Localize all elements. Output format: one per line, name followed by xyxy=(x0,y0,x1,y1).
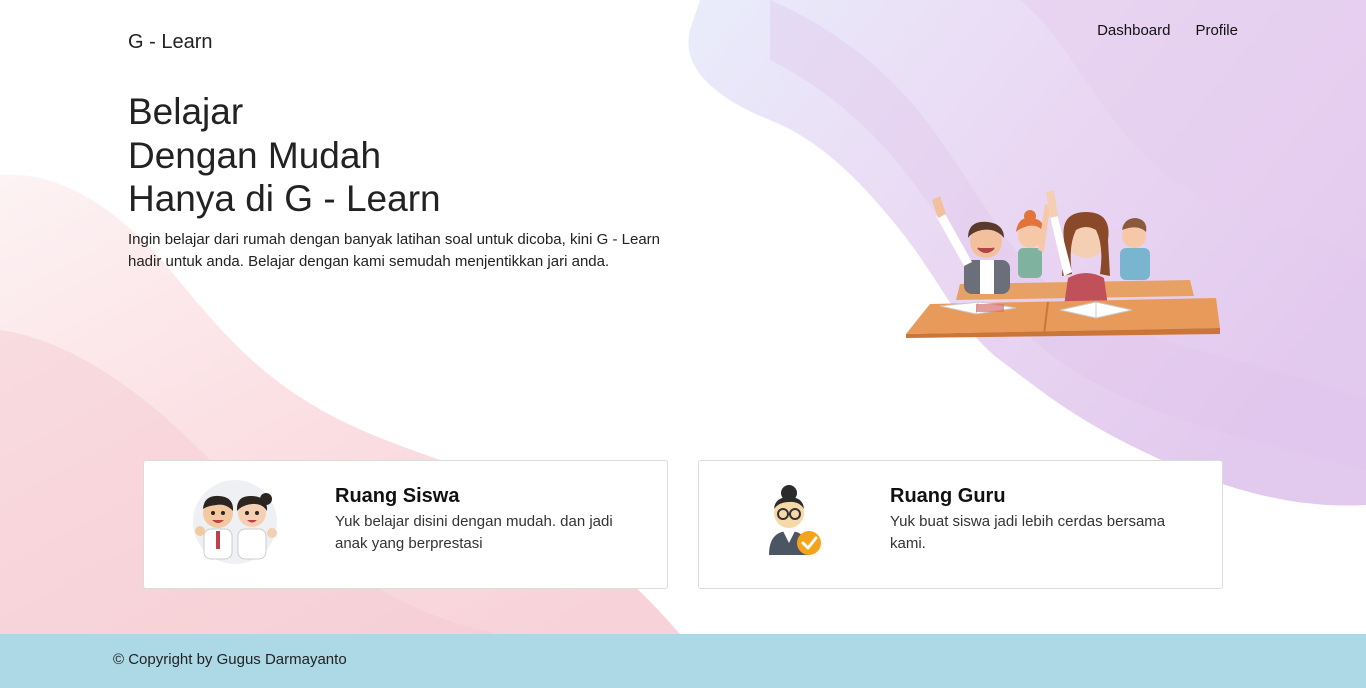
brand-link[interactable]: G - Learn xyxy=(128,31,212,54)
nav-dashboard-link[interactable]: Dashboard xyxy=(1097,21,1170,41)
top-nav: Dashboard Profile xyxy=(1097,21,1238,41)
copyright-text: © Copyright by Gugus Darmayanto xyxy=(113,651,347,668)
card-title: Ruang Guru xyxy=(890,485,1006,507)
ruang-guru-card[interactable]: Ruang Guru Yuk buat siswa jadi lebih cer… xyxy=(698,460,1223,589)
hero-title: Belajar Dengan Mudah Hanya di G - Learn xyxy=(128,90,441,221)
students-raising-hands-illustration xyxy=(906,190,1220,338)
student-kids-icon xyxy=(193,480,277,564)
card-title: Ruang Siswa xyxy=(335,485,460,507)
hero-title-line: Dengan Mudah xyxy=(128,134,382,176)
hero-description: Ingin belajar dari rumah dengan banyak l… xyxy=(128,231,661,270)
nav-profile-link[interactable]: Profile xyxy=(1195,21,1238,41)
card-description: Yuk buat siswa jadi lebih cerdas bersama… xyxy=(890,513,1166,552)
footer: © Copyright by Gugus Darmayanto xyxy=(0,634,1366,688)
card-description: Yuk belajar disini dengan mudah. dan jad… xyxy=(335,513,613,552)
hero-title-line: Belajar xyxy=(128,91,244,132)
hero-title-line: Hanya di G - Learn xyxy=(128,178,441,219)
ruang-siswa-card[interactable]: Ruang Siswa Yuk belajar disini dengan mu… xyxy=(143,460,668,589)
teacher-check-icon xyxy=(769,485,821,555)
